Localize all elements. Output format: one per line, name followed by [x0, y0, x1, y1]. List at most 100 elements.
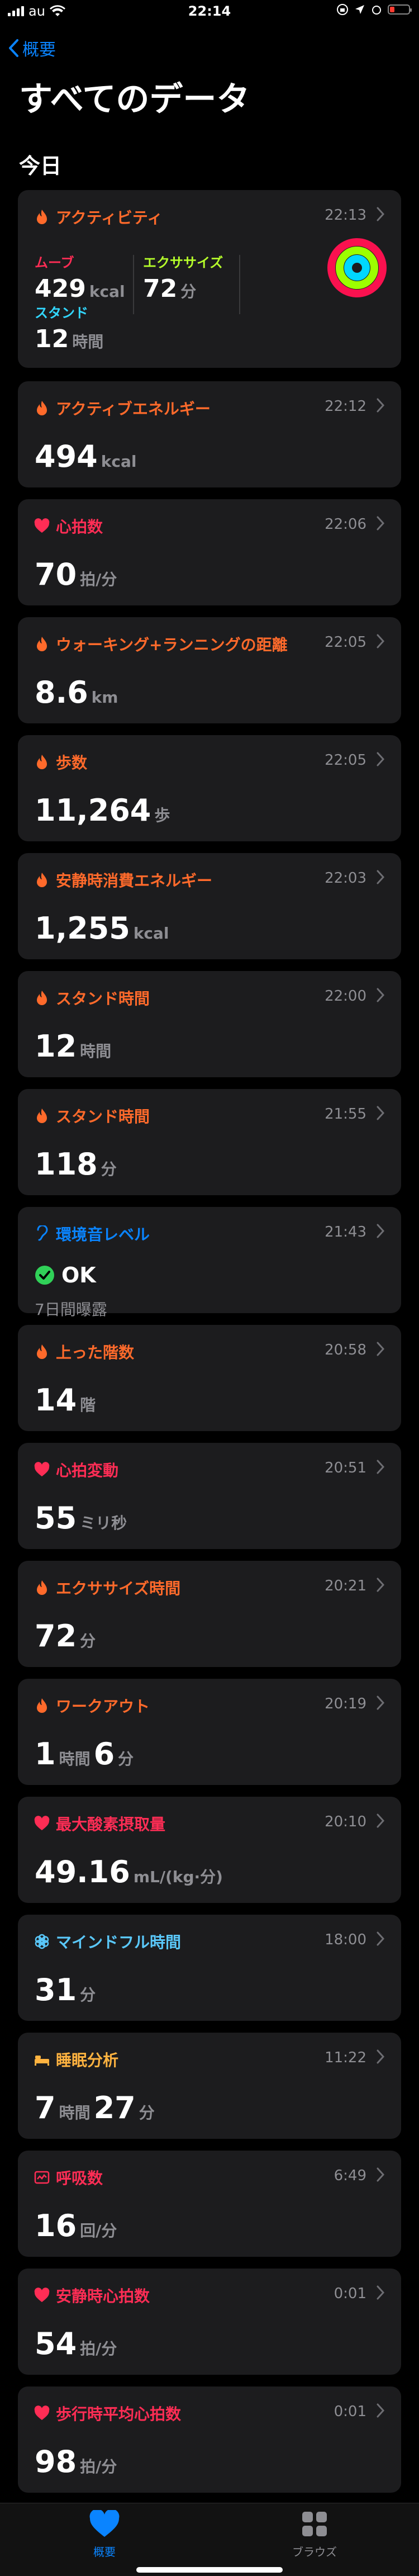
activity-card[interactable]: アクティビティ 22:13 ムーブ 429 kcal エクササイズ 72 分 ス…	[18, 190, 401, 368]
mindful-icon	[35, 1934, 49, 1949]
metric-time: 20:58	[325, 1342, 366, 1358]
metric-card-header: スタンド時間	[34, 1105, 150, 1127]
move-value-line: 429 kcal	[35, 277, 128, 301]
metric-card-header: 心拍変動	[34, 1459, 118, 1481]
metric-card[interactable]: 環境音レベル 21:43 OK 7日間曝露	[18, 1207, 401, 1319]
tab-summary-label: 概要	[93, 2545, 116, 2559]
tab-browse[interactable]: ブラウズ	[273, 2510, 356, 2559]
metric-value: 14	[35, 1382, 77, 1418]
metric-card-header: マインドフル時間	[34, 1930, 181, 1953]
back-button[interactable]: 概要	[8, 36, 56, 60]
metric-unit-2: 分	[118, 1750, 134, 1768]
section-title: 今日	[19, 154, 62, 178]
metric-time: 21:55	[325, 1106, 366, 1123]
metric-card[interactable]: 歩行時平均心拍数 0:01 98 拍/分	[18, 2386, 401, 2493]
metric-unit: kcal	[101, 452, 137, 471]
metric-value: 98	[35, 2444, 77, 2479]
metric-value: 55	[35, 1500, 77, 1536]
metric-title: 環境音レベル	[56, 1225, 150, 1244]
metric-title: 心拍変動	[56, 1461, 119, 1480]
metric-divider	[239, 255, 240, 314]
metric-unit: mL/(kg·分)	[133, 1868, 223, 1886]
metric-title: スタンド時間	[56, 989, 150, 1008]
metric-time: 6:49	[334, 2167, 366, 2184]
metric-unit: 分	[80, 1632, 96, 1650]
metric-card[interactable]: 心拍数 22:06 70 拍/分	[18, 499, 401, 605]
metric-time: 20:21	[325, 1578, 366, 1594]
metric-unit-2: 分	[139, 2104, 155, 2122]
metric-value: 70	[35, 557, 77, 592]
metric-card-header: スタンド時間	[34, 987, 150, 1009]
metric-value: 1	[35, 1736, 56, 1772]
metric-card[interactable]: スタンド時間 21:55 118 分	[18, 1089, 401, 1195]
metric-card[interactable]: ウォーキング+ランニングの距離 22:05 8.6 km	[18, 617, 401, 723]
metric-title: 安静時心拍数	[56, 2287, 150, 2305]
status-line: OK	[35, 1263, 96, 1287]
metric-card[interactable]: マインドフル時間 18:00 31 分	[18, 1915, 401, 2021]
metric-value-line: 494 kcal	[35, 442, 140, 472]
chevron-right-icon	[377, 516, 385, 531]
metric-card[interactable]: 上った階数 20:58 14 階	[18, 1325, 401, 1431]
metric-title: 歩数	[56, 754, 88, 772]
chevron-left-icon	[9, 39, 18, 57]
metric-time: 0:01	[334, 2285, 366, 2302]
metric-value: 1,255	[35, 911, 130, 946]
metric-card[interactable]: 歩数 22:05 11,264 歩	[18, 735, 401, 841]
metric-card[interactable]: 安静時消費エネルギー 22:03 1,255 kcal	[18, 853, 401, 959]
metric-unit: 分	[101, 1160, 117, 1178]
metric-title: 呼吸数	[56, 2169, 103, 2187]
heart-icon	[34, 2405, 50, 2420]
metric-card-header: 歩数	[34, 751, 87, 773]
metric-time: 0:01	[334, 2403, 366, 2420]
metric-value-2: 6	[93, 1736, 115, 1772]
metric-unit: 歩	[154, 806, 170, 825]
move-metric: ムーブ 429 kcal	[35, 252, 128, 301]
metric-unit: 時間	[59, 1750, 91, 1768]
metric-value-line: 72 分	[35, 1621, 99, 1651]
metric-value: 8.6	[35, 675, 88, 710]
metric-value: 118	[35, 1147, 98, 1182]
metric-value-line: 12 時間	[35, 1031, 115, 1062]
alarm-icon	[372, 6, 381, 15]
metric-card-header: エクササイズ時間	[34, 1576, 180, 1599]
metric-value-line: 16 回/分	[35, 2211, 120, 2241]
heart-icon	[34, 1462, 50, 1476]
metric-card[interactable]: 睡眠分析 11:22 7 時間 27 分	[18, 2033, 401, 2139]
metric-value-line: 54 拍/分	[35, 2329, 120, 2359]
metric-card[interactable]: アクティブエネルギー 22:12 494 kcal	[18, 381, 401, 487]
chevron-right-icon	[377, 207, 385, 221]
metric-card[interactable]: 呼吸数 6:49 16 回/分	[18, 2151, 401, 2257]
metric-value: 12	[35, 1029, 77, 1064]
move-label: ムーブ	[35, 255, 74, 271]
page-title: すべてのデータ	[19, 80, 250, 119]
flame-icon	[37, 1698, 47, 1713]
stand-label: スタンド	[35, 305, 88, 321]
grid-icon	[302, 2512, 327, 2536]
tab-summary[interactable]: 概要	[63, 2509, 146, 2559]
chevron-right-icon	[377, 1813, 385, 1828]
metric-value-line: 55 ミリ秒	[35, 1503, 130, 1533]
metric-value-line: 31 分	[35, 1975, 99, 2005]
metric-card[interactable]: 安静時心拍数 0:01 54 拍/分	[18, 2269, 401, 2375]
metric-card[interactable]: 心拍変動 20:51 55 ミリ秒	[18, 1443, 401, 1549]
metric-title: ワークアウト	[56, 1697, 150, 1716]
metric-value-line: 8.6 km	[35, 678, 121, 708]
metric-time: 11:22	[325, 2049, 366, 2066]
metric-card-header: 安静時心拍数	[34, 2284, 150, 2307]
flame-icon	[37, 210, 47, 224]
metric-card[interactable]: 最大酸素摂取量 20:10 49.16 mL/(kg·分)	[18, 1797, 401, 1903]
flame-icon	[37, 873, 47, 887]
metric-card[interactable]: ワークアウト 20:19 1 時間 6 分	[18, 1679, 401, 1785]
metric-card[interactable]: エクササイズ時間 20:21 72 分	[18, 1561, 401, 1667]
metric-card[interactable]: スタンド時間 22:00 12 時間	[18, 971, 401, 1077]
metric-unit: 時間	[59, 2104, 91, 2122]
chevron-right-icon	[377, 870, 385, 884]
metric-title: 上った階数	[56, 1343, 135, 1362]
metric-value-line: 49.16 mL/(kg·分)	[35, 1857, 226, 1887]
metric-card-header: 最大酸素摂取量	[34, 1812, 165, 1835]
chevron-right-icon	[377, 988, 385, 1002]
exercise-metric: エクササイズ 72 分	[143, 252, 223, 302]
flame-icon	[37, 637, 47, 651]
chevron-right-icon	[377, 1696, 385, 1710]
status-right	[336, 3, 412, 16]
